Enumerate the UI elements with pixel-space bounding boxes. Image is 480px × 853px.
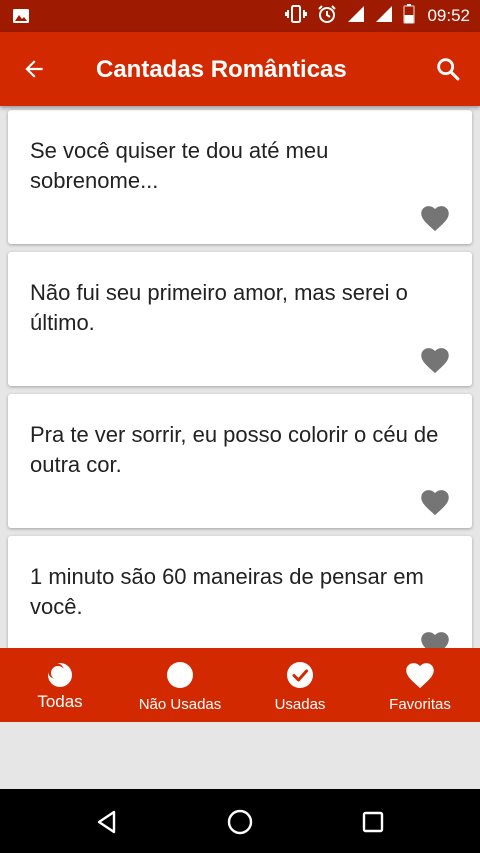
favorite-button[interactable] (420, 346, 450, 374)
battery-icon (403, 3, 416, 29)
list-item[interactable]: Pra te ver sorrir, eu posso colorir o cé… (8, 394, 472, 528)
pickup-line-text: Se você quiser te dou até meu sobrenome.… (30, 138, 329, 193)
system-back-button[interactable] (90, 805, 124, 839)
moon-circle-icon (45, 660, 75, 690)
heart-icon (405, 660, 435, 690)
search-button[interactable] (430, 51, 466, 87)
heart-icon (421, 490, 449, 516)
check-circle-icon (285, 660, 315, 690)
signal-icon (347, 5, 365, 28)
vibrate-icon (285, 4, 308, 28)
status-time: 09:52 (427, 6, 470, 25)
page-title: Cantadas Românticas (96, 56, 347, 83)
back-button[interactable] (16, 51, 52, 87)
nav-label: Favoritas (389, 696, 451, 713)
arrow-left-icon (25, 60, 43, 78)
system-navigation-bar (0, 789, 480, 853)
favorite-button[interactable] (420, 630, 450, 648)
list-item[interactable]: Se você quiser te dou até meu sobrenome.… (8, 110, 472, 244)
empty-area (0, 722, 480, 789)
heart-icon (421, 348, 449, 374)
recents-square-icon (362, 811, 384, 833)
signal-icon (375, 5, 393, 28)
favorite-button[interactable] (420, 488, 450, 516)
search-icon (437, 58, 460, 81)
status-bar: 09:52 (0, 0, 480, 32)
nav-item-nao-usadas[interactable]: Não Usadas (120, 648, 240, 722)
nav-label: Não Usadas (138, 696, 222, 713)
nav-item-todas[interactable]: Todas (0, 648, 120, 722)
alarm-icon (317, 4, 337, 29)
image-notification-icon (12, 7, 30, 30)
nav-item-usadas[interactable]: Usadas (240, 648, 360, 722)
heart-icon (421, 632, 449, 648)
system-recents-button[interactable] (356, 805, 390, 839)
nav-item-favoritas[interactable]: Favoritas (360, 648, 480, 722)
bottom-navigation: Todas Não Usadas Usadas Favoritas (0, 648, 480, 722)
pickup-lines-list[interactable]: Se você quiser te dou até meu sobrenome.… (0, 106, 480, 648)
pickup-line-text: Não fui seu primeiro amor, mas serei o ú… (30, 280, 408, 335)
pickup-line-text: 1 minuto são 60 maneiras de pensar em vo… (30, 564, 424, 619)
list-item[interactable]: 1 minuto são 60 maneiras de pensar em vo… (8, 536, 472, 648)
circle-icon (165, 660, 195, 690)
nav-label: Usadas (274, 696, 326, 713)
home-circle-icon (227, 809, 253, 835)
heart-icon (421, 206, 449, 232)
nav-label: Todas (37, 692, 83, 711)
pickup-line-text: Pra te ver sorrir, eu posso colorir o cé… (30, 422, 439, 477)
back-triangle-icon (97, 810, 116, 834)
list-item[interactable]: Não fui seu primeiro amor, mas serei o ú… (8, 252, 472, 386)
system-home-button[interactable] (223, 805, 257, 839)
favorite-button[interactable] (420, 204, 450, 232)
app-bar: Cantadas Românticas (0, 32, 480, 106)
